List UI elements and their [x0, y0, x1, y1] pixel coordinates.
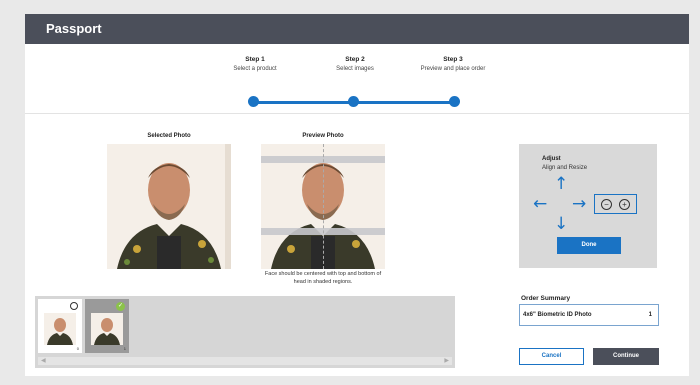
selected-photo-title: Selected Photo [147, 133, 191, 139]
step-1-dot [248, 96, 259, 107]
center-guide-line [323, 144, 324, 269]
step-3: Step 3 Preview and place order [398, 56, 508, 72]
thumbnail-1[interactable]: 0 [38, 299, 82, 353]
step-2-number: Step 2 [345, 56, 365, 63]
order-item-quantity: 1 [648, 312, 652, 318]
adjust-subtitle: Align and Resize [542, 165, 588, 171]
preview-photo [261, 144, 385, 269]
thumbnail-2-image [91, 313, 123, 345]
selected-photo [107, 144, 231, 269]
cancel-button[interactable]: Cancel [519, 348, 584, 365]
step-1: Step 1 Select a product [200, 56, 310, 72]
step-1-number: Step 1 [245, 56, 265, 63]
thumbnail-strip: 0 ✓ 1 ◀ ▶ [35, 296, 455, 368]
thumbnail-1-radio[interactable] [70, 302, 78, 310]
portrait-image [107, 144, 231, 269]
arrow-up-icon[interactable]: ↑ [554, 176, 568, 193]
thumbnail-1-image [44, 313, 76, 345]
scroll-left-icon[interactable]: ◀ [41, 357, 46, 365]
adjust-title: Adjust [542, 156, 561, 162]
thumbnail-1-portrait [44, 313, 76, 345]
order-summary-item: 4x6" Biometric ID Photo 1 [519, 304, 659, 326]
scroll-right-icon[interactable]: ▶ [444, 357, 449, 365]
check-icon[interactable]: ✓ [116, 302, 125, 311]
adjust-panel: Adjust Align and Resize ↑ ← → ↓ − + Done [519, 144, 657, 268]
done-button[interactable]: Done [557, 237, 621, 254]
arrow-down-icon[interactable]: ↓ [554, 216, 568, 233]
thumbnail-scrollbar[interactable]: ◀ ▶ [38, 357, 452, 365]
preview-photo-title: Preview Photo [302, 133, 344, 139]
step-3-description: Preview and place order [420, 66, 486, 72]
thumbnail-2-count: 1 [123, 346, 126, 351]
preview-hint: Face should be centered with top and bot… [264, 271, 382, 285]
order-summary-title: Order Summary [521, 295, 571, 302]
step-2: Step 2 Select images [300, 56, 410, 72]
step-1-description: Select a product [233, 66, 277, 72]
header-bar: Passport [25, 14, 689, 44]
zoom-controls: − + [594, 194, 637, 214]
thumbnail-1-count: 0 [76, 346, 79, 351]
step-2-description: Select images [336, 66, 374, 72]
continue-button[interactable]: Continue [593, 348, 659, 365]
arrow-left-icon[interactable]: ← [533, 196, 547, 213]
step-3-number: Step 3 [443, 56, 463, 63]
step-3-dot [449, 96, 460, 107]
step-2-dot [348, 96, 359, 107]
thumbnail-2-portrait [91, 313, 123, 345]
zoom-out-icon[interactable]: − [601, 199, 612, 210]
passport-dialog: Passport Step 1 Select a product Step 2 … [25, 14, 689, 376]
arrow-right-icon[interactable]: → [572, 196, 586, 213]
thumbnail-2[interactable]: ✓ 1 [85, 299, 129, 353]
order-item-label: 4x6" Biometric ID Photo [523, 312, 592, 318]
step-progress: Step 1 Select a product Step 2 Select im… [25, 44, 689, 114]
zoom-in-icon[interactable]: + [619, 199, 630, 210]
page-title: Passport [46, 21, 102, 36]
